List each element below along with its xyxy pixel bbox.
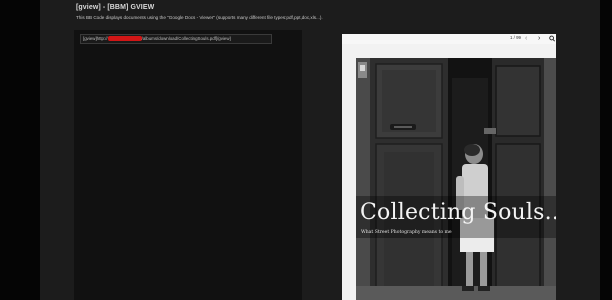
chevron-right-icon[interactable]: › (538, 34, 540, 43)
google-docs-viewer[interactable]: 1 / 99 ‹ › Collecting Souls.. What Stree… (342, 34, 556, 300)
page-description: This BB Code displays documents using th… (76, 15, 323, 20)
code-suffix: /albums/download/CollectingSouls.pdf[/gv… (141, 36, 231, 41)
document-page: Collecting Souls.. What Street Photograp… (356, 58, 556, 300)
magnifier-icon[interactable] (549, 35, 555, 43)
viewer-toolbar: 1 / 99 ‹ › (342, 34, 556, 44)
cover-title: Collecting Souls.. (360, 200, 556, 225)
left-margin (0, 0, 40, 300)
cover-subtitle: What Street Photography means to me (361, 230, 452, 235)
chevron-left-icon[interactable]: ‹ (525, 34, 527, 43)
code-example-box[interactable]: [gview]http:// /albums/download/Collectin… (80, 34, 272, 44)
redacted-url-block (107, 36, 142, 42)
cover-photo (356, 58, 556, 300)
right-margin (600, 0, 612, 300)
code-example-panel: [gview]http:// /albums/download/Collectin… (74, 30, 302, 300)
page-title: [gview] - [BBM] GVIEW (76, 4, 155, 11)
page-count: 1 / 99 (510, 35, 521, 40)
code-prefix: [gview]http:// (83, 36, 108, 41)
